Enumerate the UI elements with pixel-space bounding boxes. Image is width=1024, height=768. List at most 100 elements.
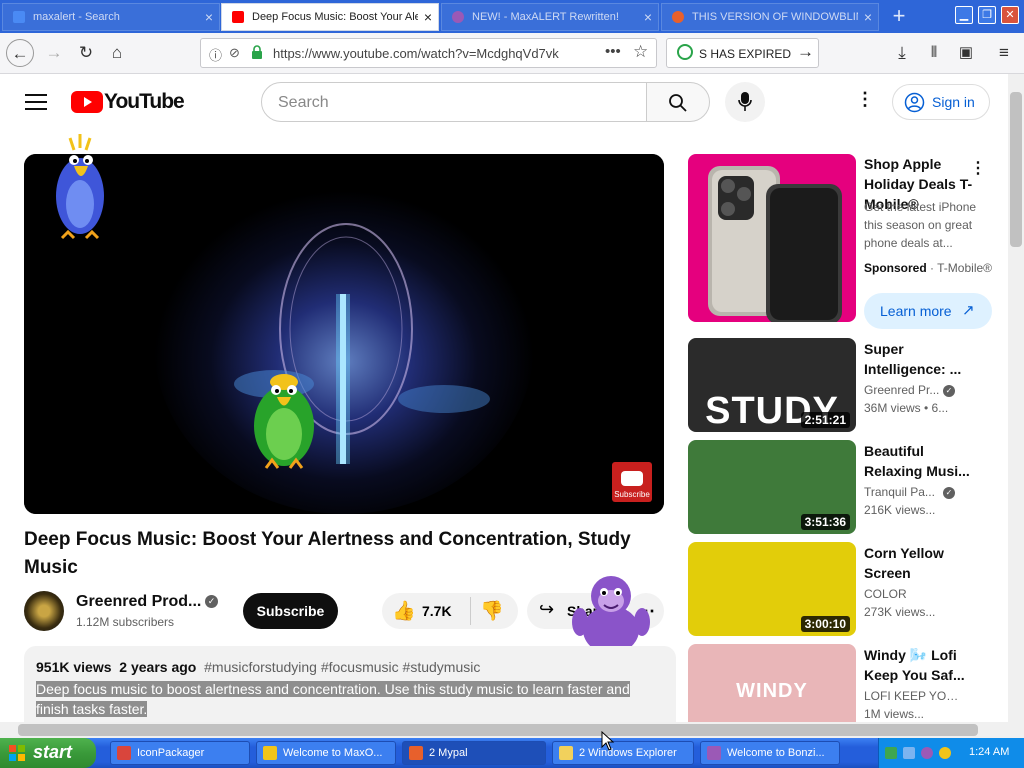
voice-search-button[interactable] — [725, 82, 765, 122]
search-icon — [669, 94, 687, 112]
app-icon — [707, 746, 721, 760]
close-icon[interactable]: × — [858, 9, 878, 25]
lock-icon — [251, 45, 263, 59]
youtube-logo-icon[interactable] — [71, 91, 103, 113]
recommendation-stats: 216K views... — [864, 503, 936, 517]
tray-network-icon[interactable] — [885, 747, 897, 759]
url-bar[interactable]: ⓘ ⊘ https://www.youtube.com/watch?v=Mcdg… — [200, 38, 657, 68]
new-tab-button[interactable]: + — [886, 4, 912, 30]
restore-button[interactable]: ❐ — [978, 6, 996, 24]
taskbar-button-label: Welcome to Bonzi... — [727, 747, 825, 759]
tab-windowblinds[interactable]: THIS VERSION OF WINDOWBLINDS × — [661, 3, 879, 31]
home-icon[interactable]: ⌂ — [103, 39, 131, 67]
minimize-button[interactable]: ▁ — [955, 6, 973, 24]
tab-deep-focus-music[interactable]: Deep Focus Music: Boost Your Alertness × — [221, 3, 439, 31]
settings-dots-icon[interactable]: ⋮ — [856, 89, 874, 110]
recommendation-stats: 36M views • 6... — [864, 401, 949, 415]
tab-maxalert-search[interactable]: maxalert - Search × — [2, 3, 220, 31]
microphone-icon — [738, 92, 752, 111]
ad-description: Get the latest iPhone this season on gre… — [864, 200, 977, 250]
library-icon[interactable]: ⫴ — [920, 39, 948, 67]
info-icon[interactable]: ⓘ — [209, 45, 222, 64]
start-button[interactable]: start — [0, 738, 96, 768]
tab-title: Deep Focus Music: Boost Your Alertness — [252, 11, 418, 23]
browser-tab-bar: maxalert - Search × Deep Focus Music: Bo… — [0, 0, 1024, 33]
recommendation-channel[interactable]: LOFI KEEP YOU ... — [864, 689, 960, 703]
verified-check-icon: ✓ — [205, 595, 218, 608]
taskbar-button-label: IconPackager — [137, 747, 205, 759]
search-input[interactable]: Search — [261, 82, 647, 122]
site-icon — [452, 11, 464, 23]
recommendation-thumbnail[interactable]: 3:00:10 — [688, 542, 856, 636]
close-icon[interactable]: × — [418, 9, 438, 25]
expired-text: S HAS EXPIRED — [699, 47, 792, 61]
sign-in-button[interactable]: Sign in — [892, 84, 990, 120]
arrow-right-icon[interactable]: → — [797, 42, 814, 62]
sidebar-icon[interactable]: ▣ — [952, 39, 980, 67]
taskbar-button[interactable]: 2 Windows Explorer — [552, 741, 694, 765]
hamburger-menu-icon[interactable] — [25, 93, 47, 110]
tray-search-icon[interactable] — [939, 747, 951, 759]
page-actions-icon[interactable]: ••• — [605, 43, 621, 60]
learn-more-label: Learn more — [880, 303, 952, 319]
download-icon[interactable]: ⤓ — [888, 39, 916, 67]
watermark-subscribe-label: Subscribe — [614, 490, 650, 499]
recommendation-title[interactable]: Windy 🌬️ Lofi Keep You Saf... — [864, 645, 970, 685]
view-count: 951K views — [36, 659, 112, 675]
bookmark-star-icon[interactable]: ☆ — [633, 42, 648, 62]
back-arrow-icon[interactable]: ← — [6, 39, 34, 67]
close-window-button[interactable]: ✕ — [1001, 6, 1019, 24]
subscribe-button[interactable]: Subscribe — [243, 593, 338, 629]
clock[interactable]: 1:24 AM — [969, 746, 1009, 758]
video-title: Deep Focus Music: Boost Your Alertness a… — [24, 529, 631, 578]
thumbs-down-icon[interactable]: 👎 — [480, 599, 504, 623]
mouse-cursor-icon — [601, 731, 615, 751]
ad-thumbnail[interactable] — [688, 154, 856, 322]
menu-icon[interactable]: ≡ — [990, 39, 1018, 67]
site-icon — [672, 11, 684, 23]
search-button[interactable] — [646, 82, 710, 122]
ad-menu-icon[interactable]: ⋮ — [970, 158, 986, 178]
taskbar-button[interactable]: Welcome to MaxO... — [256, 741, 396, 765]
hashtags[interactable]: #musicforstudying #focusmusic #studymusi… — [204, 659, 480, 675]
close-icon[interactable]: × — [199, 9, 219, 25]
tray-bonzi-icon[interactable] — [921, 747, 933, 759]
taskbar-button[interactable]: 2 Mypal — [402, 741, 546, 765]
like-count[interactable]: 7.7K — [422, 603, 452, 619]
taskbar-button[interactable]: IconPackager — [110, 741, 250, 765]
app-icon — [117, 746, 131, 760]
description-box[interactable]: 951K views 2 years ago #musicforstudying… — [24, 646, 676, 722]
green-parrot-character — [254, 374, 314, 469]
video-player[interactable]: Subscribe — [24, 154, 664, 514]
channel-watermark-button[interactable]: Subscribe — [612, 462, 652, 502]
learn-more-button[interactable]: Learn more ↗ — [864, 293, 992, 329]
recommendation-title[interactable]: Super Intelligence: ... — [864, 339, 970, 379]
recommendation-thumbnail[interactable]: WINDY — [688, 644, 856, 722]
permissions-icon[interactable]: ⊘ — [229, 45, 240, 61]
channel-name[interactable]: Greenred Prod... — [76, 593, 201, 611]
close-icon[interactable]: × — [638, 9, 658, 25]
tray-volume-icon[interactable] — [903, 747, 915, 759]
tab-maxalert-rewritten[interactable]: NEW! - MaxALERT Rewritten! × — [441, 3, 659, 31]
horizontal-scrollbar-thumb[interactable] — [18, 724, 978, 736]
recommendation-thumbnail[interactable]: 3:51:36 — [688, 440, 856, 534]
reload-icon[interactable]: ↻ — [72, 39, 100, 67]
recommendation-title[interactable]: Beautiful Relaxing Musi... — [864, 441, 970, 481]
expired-notice-box[interactable]: S HAS EXPIRED → — [666, 38, 819, 68]
taskbar-button[interactable]: Welcome to Bonzi... — [700, 741, 840, 765]
external-link-icon: ↗ — [962, 302, 975, 319]
recommendation-channel[interactable]: COLOR — [864, 587, 960, 601]
browser-nav-bar: ← → ↻ ⌂ ⓘ ⊘ https://www.youtube.com/watc… — [0, 33, 1024, 74]
phone-image — [708, 166, 842, 322]
recommendation-thumbnail[interactable]: STUDY 2:51:21 — [688, 338, 856, 432]
taskbar-button-label: 2 Mypal — [429, 747, 468, 759]
forward-arrow-icon[interactable]: → — [40, 39, 68, 67]
verified-check-icon: ✓ — [943, 385, 955, 397]
youtube-logo-text[interactable]: YouTube — [104, 90, 185, 114]
vertical-scrollbar-thumb[interactable] — [1010, 92, 1022, 247]
channel-avatar[interactable] — [24, 591, 64, 631]
thumbs-up-icon[interactable]: 👍 — [392, 599, 416, 623]
app-icon — [263, 746, 277, 760]
url-text[interactable]: https://www.youtube.com/watch?v=McdghqVd… — [273, 46, 559, 61]
recommendation-title[interactable]: Corn Yellow Screen — [864, 543, 970, 583]
